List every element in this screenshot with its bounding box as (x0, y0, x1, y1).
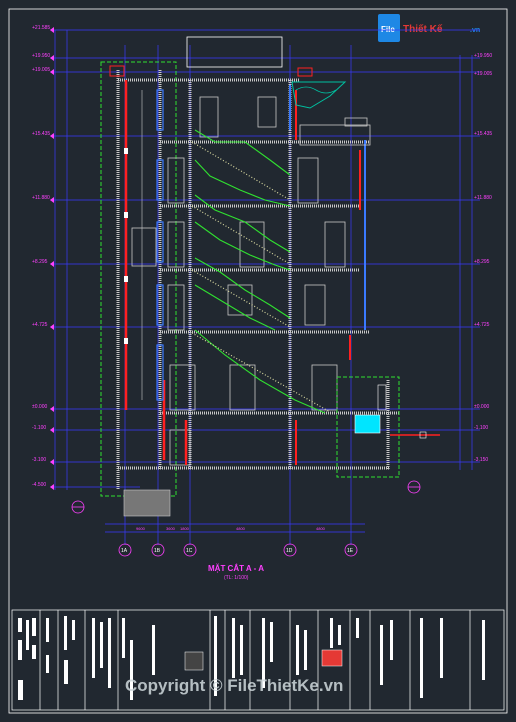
level-left-4: +11.880 (32, 195, 50, 201)
level-left-9: -3.100 (32, 457, 46, 463)
dim-3: 4800 (236, 526, 246, 531)
level-left-7: ±0.000 (32, 404, 47, 410)
svg-text:1A: 1A (121, 548, 128, 554)
dim-1: 3600 (166, 526, 176, 531)
level-left-8: -1.100 (32, 425, 46, 431)
level-left-0: +21.585 (32, 25, 50, 31)
level-left-5: +8.295 (32, 259, 48, 265)
level-left-3: +15.435 (32, 131, 50, 137)
dim-4: 4800 (316, 526, 326, 531)
dim-0: 9600 (136, 526, 146, 531)
watermark-copyright: Copyright © FileThietKe.vn (125, 676, 343, 695)
section-scale: (TL: 1/100) (224, 575, 249, 581)
level-right-5: +4.725 (474, 322, 490, 328)
svg-text:1E: 1E (347, 548, 354, 554)
level-right-7: -1.100 (474, 425, 488, 431)
level-right-4: +8.295 (474, 259, 490, 265)
stamp-icon (321, 649, 343, 667)
level-left-10: -4.500 (32, 482, 46, 488)
level-right-2: +15.435 (474, 131, 492, 137)
level-right-0: +19.950 (474, 53, 492, 59)
level-right-8: -3.150 (474, 457, 488, 463)
level-right-1: +19.005 (474, 71, 492, 77)
level-left-1: +19.950 (32, 53, 50, 59)
dim-2: 1800 (180, 526, 190, 531)
level-left-6: +4.725 (32, 322, 48, 328)
level-right-3: +11.880 (474, 195, 492, 201)
svg-text:1C: 1C (186, 548, 193, 554)
company-logo (184, 651, 204, 671)
cad-drawing: File Thiết Kế .vn +21.585 +19.950 +19.00… (0, 0, 516, 722)
watermark-prefix: File (381, 25, 395, 34)
watermark-suffix: .vn (470, 27, 480, 34)
watermark-name: Thiết Kế (403, 23, 443, 35)
level-left-2: +19.005 (32, 67, 50, 73)
section-title: MẶT CẮT A - A (208, 564, 264, 573)
level-right-6: ±0.000 (474, 404, 489, 410)
svg-text:1B: 1B (154, 548, 161, 554)
svg-text:1D: 1D (286, 548, 293, 554)
